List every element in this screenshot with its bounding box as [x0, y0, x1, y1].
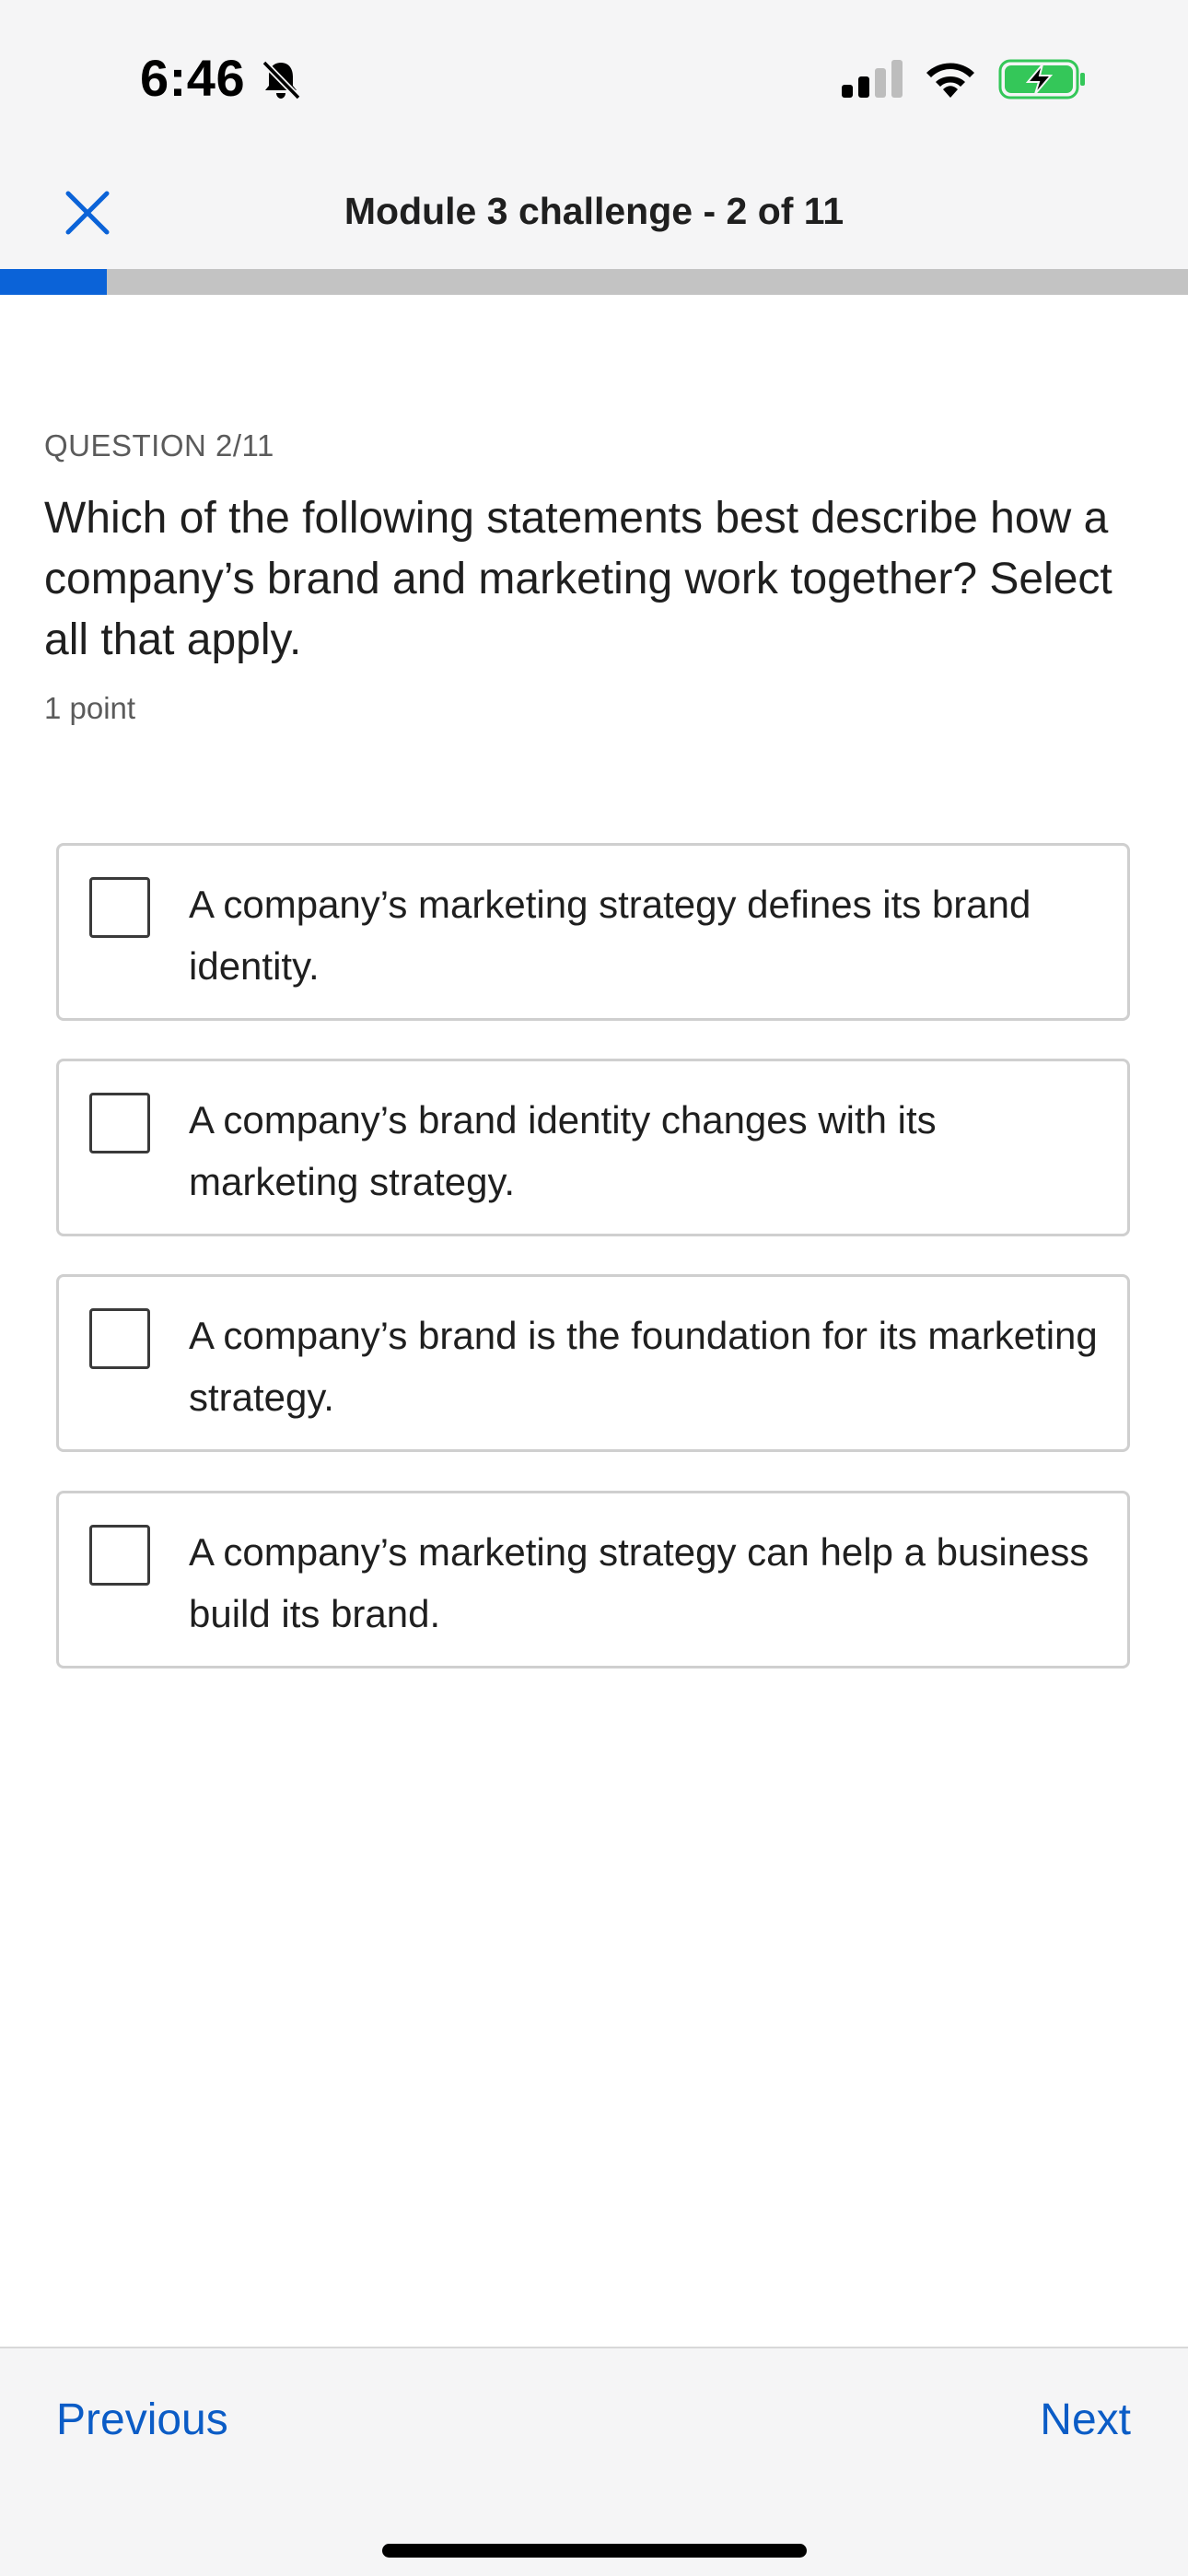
checkbox[interactable]: [89, 877, 150, 938]
question-points: 1 point: [44, 691, 136, 725]
home-indicator[interactable]: [382, 2544, 807, 2558]
answer-option-3[interactable]: A company’s brand is the foundation for …: [56, 1274, 1130, 1452]
answer-option-1[interactable]: A company’s marketing strategy defines i…: [56, 843, 1130, 1021]
battery-charging-icon: [998, 59, 1085, 100]
option-label: A company’s marketing strategy can help …: [189, 1530, 1089, 1635]
question-number: QUESTION 2/11: [44, 428, 274, 463]
option-label: A company’s brand is the foundation for …: [189, 1314, 1098, 1419]
progress-bar: [0, 269, 1188, 295]
question-text: Which of the following statements best d…: [44, 494, 1112, 664]
footer-nav: Previous Next: [0, 2347, 1188, 2576]
answer-option-2[interactable]: A company’s brand identity changes with …: [56, 1059, 1130, 1236]
status-bar: 6:46: [0, 0, 1188, 157]
previous-button[interactable]: Previous: [56, 2395, 228, 2445]
page-title: Module 3 challenge - 2 of 11: [344, 190, 844, 232]
checkbox[interactable]: [89, 1093, 150, 1153]
option-label: A company’s brand identity changes with …: [189, 1098, 937, 1203]
checkbox[interactable]: [89, 1308, 150, 1369]
next-button[interactable]: Next: [1040, 2395, 1131, 2445]
bell-slash-icon: [262, 60, 301, 100]
answer-option-4[interactable]: A company’s marketing strategy can help …: [56, 1491, 1130, 1669]
status-time: 6:46: [140, 49, 246, 107]
progress-fill: [0, 269, 108, 295]
wifi-icon: [926, 63, 974, 98]
option-label: A company’s marketing strategy defines i…: [189, 883, 1031, 988]
checkbox[interactable]: [89, 1525, 150, 1586]
signal-icon: [842, 60, 903, 98]
nav-header: Module 3 challenge - 2 of 11: [0, 157, 1188, 269]
